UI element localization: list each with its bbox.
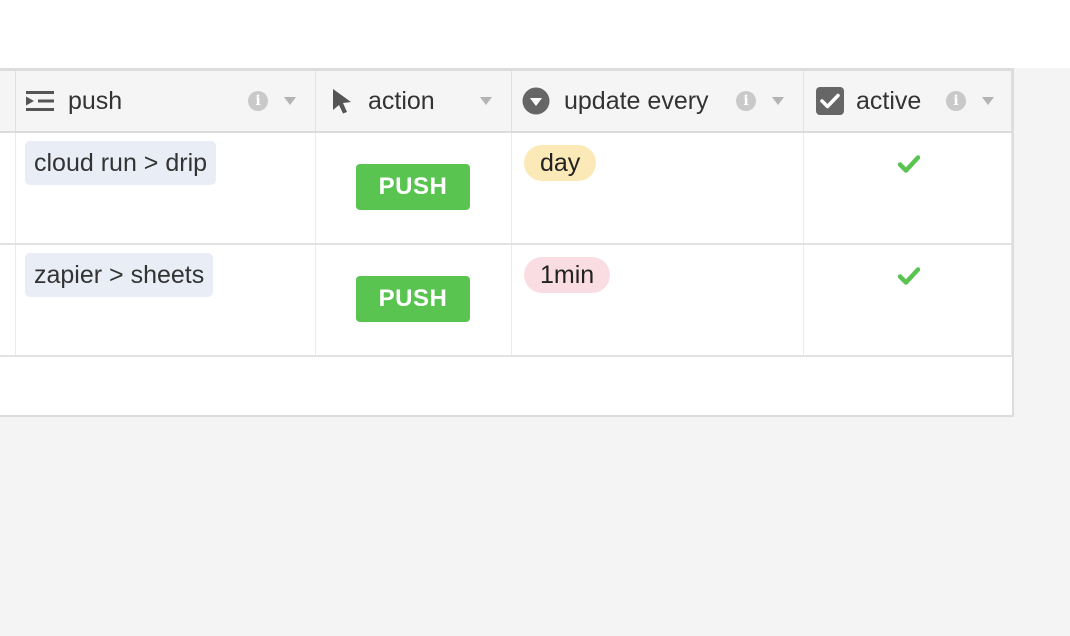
select-option-pill: day xyxy=(524,145,597,181)
cell-push[interactable]: cloud run > drip xyxy=(16,133,316,243)
column-label-update-every: update every xyxy=(564,87,709,115)
data-grid: push i action update every i active i cl… xyxy=(0,68,1014,417)
row-gutter xyxy=(0,245,16,355)
column-header-active[interactable]: active i xyxy=(804,71,1012,131)
info-icon[interactable]: i xyxy=(946,91,966,111)
column-header-action[interactable]: action xyxy=(316,71,512,131)
column-label-active: active xyxy=(856,87,922,115)
linked-record-chip[interactable]: zapier > sheets xyxy=(25,253,214,297)
column-header-push[interactable]: push i xyxy=(16,71,316,131)
checkmark-icon[interactable] xyxy=(897,155,921,173)
cell-action: PUSH xyxy=(316,133,512,243)
table-row[interactable]: cloud run > drip PUSH day xyxy=(0,133,1012,245)
column-header-update-every[interactable]: update every i xyxy=(512,71,804,131)
cell-active[interactable] xyxy=(804,133,1012,243)
cell-update-every[interactable]: 1min xyxy=(512,245,804,355)
column-label-action: action xyxy=(368,87,435,115)
column-label-push: push xyxy=(68,87,123,115)
toolbar-area xyxy=(0,0,1070,68)
cell-active[interactable] xyxy=(804,245,1012,355)
push-button[interactable]: PUSH xyxy=(356,276,470,322)
checkbox-icon xyxy=(816,87,844,115)
table-row[interactable]: zapier > sheets PUSH 1min xyxy=(0,245,1012,357)
add-row[interactable] xyxy=(0,357,1012,417)
single-select-icon xyxy=(522,87,550,115)
cell-push[interactable]: zapier > sheets xyxy=(16,245,316,355)
info-icon[interactable]: i xyxy=(736,91,756,111)
cell-action: PUSH xyxy=(316,245,512,355)
push-button[interactable]: PUSH xyxy=(356,164,470,210)
chevron-down-icon[interactable] xyxy=(480,97,492,105)
header-row: push i action update every i active i xyxy=(0,71,1012,133)
checkmark-icon[interactable] xyxy=(897,267,921,285)
linked-record-chip[interactable]: cloud run > drip xyxy=(25,141,217,185)
chevron-down-icon[interactable] xyxy=(772,97,784,105)
row-gutter xyxy=(0,133,16,243)
chevron-down-icon[interactable] xyxy=(982,97,994,105)
cell-update-every[interactable]: day xyxy=(512,133,804,243)
long-text-icon xyxy=(26,89,54,113)
cursor-icon xyxy=(328,89,356,114)
header-cell-previous xyxy=(0,71,16,131)
chevron-down-icon[interactable] xyxy=(284,97,296,105)
select-option-pill: 1min xyxy=(524,257,611,293)
info-icon[interactable]: i xyxy=(248,91,268,111)
